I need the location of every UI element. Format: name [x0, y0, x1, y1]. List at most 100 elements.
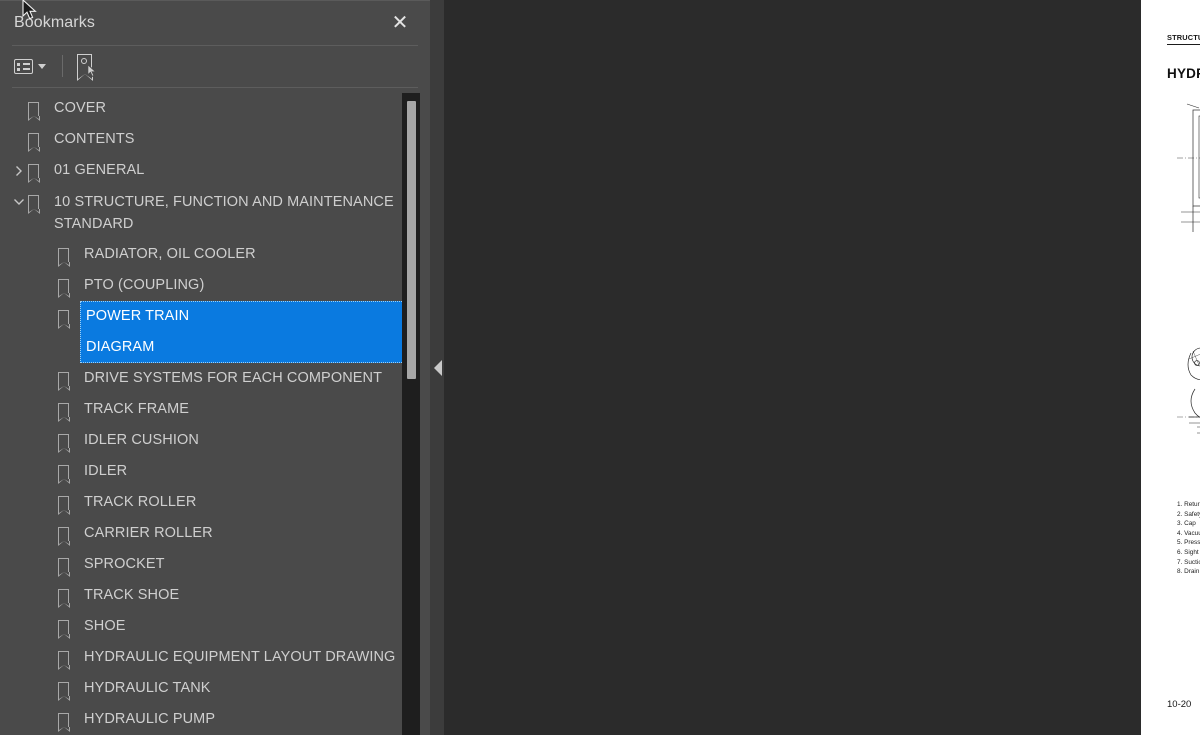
chevron-down-icon — [38, 63, 46, 69]
twisty-spacer — [40, 549, 58, 580]
bookmark-item[interactable]: TRACK FRAME — [0, 394, 410, 425]
bookmark-label: PTO (COUPLING) — [84, 277, 205, 293]
twisty-spacer — [40, 270, 58, 301]
twisty-spacer — [40, 394, 58, 425]
bookmark-icon — [57, 487, 80, 518]
bookmark-icon — [57, 301, 80, 332]
bookmark-item[interactable]: HYDRAULIC EQUIPMENT LAYOUT DRAWING — [0, 642, 410, 673]
twisty-spacer — [40, 487, 58, 518]
divider — [12, 87, 418, 88]
legend-item: 7. Suction strainer — [1177, 558, 1200, 566]
bookmark-label: CARRIER ROLLER — [84, 525, 213, 541]
bookmark-item[interactable]: SPROCKET — [0, 549, 410, 580]
bookmark-icon — [57, 549, 80, 580]
bookmark-item[interactable]: DRIVE SYSTEMS FOR EACH COMPONENT — [0, 363, 410, 394]
drawing-tank-assembly-plan — [1177, 103, 1200, 232]
drawing-tank-side-section — [1177, 347, 1200, 434]
legend-item: 1. Return filter — [1177, 501, 1200, 508]
bookmark-item[interactable]: COVER — [0, 93, 410, 124]
legend-item: 3. Cap — [1177, 520, 1196, 528]
twisty-spacer — [40, 580, 58, 611]
new-bookmark-icon — [76, 54, 99, 81]
bookmark-item[interactable]: PTO (COUPLING) — [0, 270, 410, 301]
bookmark-label: IDLER — [84, 463, 128, 479]
twisty-spacer — [40, 673, 58, 704]
bookmark-icon — [57, 673, 80, 704]
list-options-icon — [14, 58, 33, 74]
bookmark-label: RADIATOR, OIL COOLER — [84, 246, 256, 262]
chevron-down-icon[interactable] — [10, 186, 28, 217]
bookmark-label: SHOE — [84, 618, 126, 634]
bookmark-item[interactable]: 01 GENERAL — [0, 155, 410, 186]
bookmark-label: TRACK SHOE — [84, 587, 180, 603]
header-section-label: STRUCTURE, FUNCTION AND MAINTENANCE STAN… — [1167, 33, 1200, 42]
bookmark-label: 01 GENERAL — [54, 162, 145, 178]
bookmark-item[interactable]: POWER TRAIN DIAGRAM — [0, 301, 410, 363]
twisty-spacer — [40, 301, 58, 332]
bookmark-icon — [57, 518, 80, 549]
bookmark-icon — [57, 704, 80, 735]
legend-item: 8. Drain plug — [1177, 568, 1200, 576]
legend-item: 6. Sight gauge — [1177, 548, 1200, 556]
bookmark-label: HYDRAULIC PUMP — [84, 711, 216, 727]
page-number: 10-20 — [1167, 699, 1192, 710]
bookmark-icon — [57, 394, 80, 425]
twisty-spacer — [40, 704, 58, 735]
bookmark-icon — [57, 580, 80, 611]
bookmark-item[interactable]: CONTENTS — [0, 124, 410, 155]
bookmark-label: SPROCKET — [84, 556, 165, 572]
bookmark-icon — [57, 425, 80, 456]
bookmark-icon — [27, 186, 50, 217]
pdf-reader-window: Bookmarks ✕ COVER CONTENTS 01 GENERAL 10… — [0, 0, 1200, 735]
pdf-viewer-area[interactable]: STRUCTURE, FUNCTION AND MAINTENANCE STAN… — [444, 0, 1200, 735]
mouse-cursor-icon — [22, 0, 37, 20]
bookmark-item[interactable]: TRACK ROLLER — [0, 487, 410, 518]
legend-item: 4. Vacuum valve — [1177, 529, 1200, 537]
bookmark-icon — [57, 239, 80, 270]
bookmark-label: IDLER CUSHION — [84, 432, 199, 448]
bookmark-item[interactable]: HYDRAULIC TANK — [0, 673, 410, 704]
bookmarks-panel-header: Bookmarks ✕ — [0, 1, 430, 45]
bookmark-label: CONTENTS — [54, 131, 135, 147]
bookmark-item[interactable]: IDLER — [0, 456, 410, 487]
bookmark-icon — [27, 155, 50, 186]
legend-item: 2. Safety valve — [1177, 510, 1200, 518]
bookmark-label: TRACK FRAME — [84, 401, 190, 417]
bookmark-label: POWER TRAIN DIAGRAM — [80, 301, 410, 363]
collapse-pane-handle[interactable] — [434, 360, 442, 376]
close-icon[interactable]: ✕ — [388, 10, 412, 34]
bookmark-item[interactable]: RADIATOR, OIL COOLER — [0, 239, 410, 270]
bookmark-item[interactable]: HYDRAULIC PUMP — [0, 704, 410, 735]
bookmark-icon — [57, 363, 80, 394]
bookmark-item[interactable]: TRACK SHOE — [0, 580, 410, 611]
bookmark-tree[interactable]: COVER CONTENTS 01 GENERAL 10 STRUCTURE, FUN… — [0, 93, 410, 735]
bookmark-label: HYDRAULIC EQUIPMENT LAYOUT DRAWING — [84, 649, 396, 665]
bookmark-item[interactable]: IDLER CUSHION — [0, 425, 410, 456]
bookmark-icon — [57, 456, 80, 487]
bookmark-label: 10 STRUCTURE, FUNCTION AND MAINTENANCE S… — [54, 194, 394, 232]
page-title: HYDRAULIC TANK — [1167, 66, 1200, 81]
bookmarks-scrollbar-thumb[interactable] — [407, 101, 416, 379]
pdf-page: STRUCTURE, FUNCTION AND MAINTENANCE STAN… — [1141, 0, 1200, 735]
twisty-spacer — [40, 363, 58, 394]
bookmark-icon — [27, 124, 50, 155]
cursor-arrow-icon — [87, 64, 98, 77]
bookmarks-panel: Bookmarks ✕ COVER CONTENTS 01 GENERAL 10… — [0, 0, 430, 735]
twisty-spacer — [40, 611, 58, 642]
bookmark-icon — [57, 270, 80, 301]
bookmark-item[interactable]: CARRIER ROLLER — [0, 518, 410, 549]
bookmark-item[interactable]: 10 STRUCTURE, FUNCTION AND MAINTENANCE S… — [0, 186, 410, 239]
bookmark-icon — [57, 642, 80, 673]
bookmark-label: DRIVE SYSTEMS FOR EACH COMPONENT — [84, 370, 383, 386]
bookmark-item[interactable]: SHOE — [0, 611, 410, 642]
twisty-spacer — [40, 642, 58, 673]
bookmark-label: COVER — [54, 100, 107, 116]
page-running-header: STRUCTURE, FUNCTION AND MAINTENANCE STAN… — [1167, 33, 1200, 45]
twisty-spacer — [40, 425, 58, 456]
new-bookmark-button[interactable] — [76, 51, 99, 81]
bookmark-icon — [57, 611, 80, 642]
bookmark-options-button[interactable] — [14, 51, 46, 81]
bookmark-label: HYDRAULIC TANK — [84, 680, 211, 696]
legend-item: 5. Pressure valve — [1177, 539, 1200, 547]
chevron-right-icon[interactable] — [10, 155, 28, 186]
